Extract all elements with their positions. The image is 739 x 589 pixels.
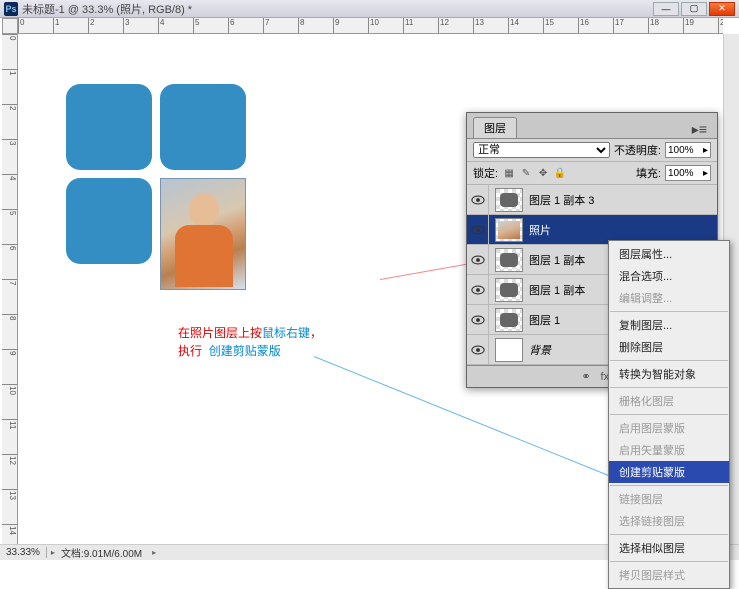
ruler-horizontal: 01234567891011121314151617181920 (18, 18, 723, 34)
document-info: 文档:9.01M/6.00M (55, 545, 148, 560)
fill-field[interactable]: 100%▸ (665, 165, 711, 181)
lock-label: 锁定: (473, 165, 498, 181)
layer-thumbnail[interactable] (495, 248, 523, 272)
layer-row[interactable]: 图层 1 副本 3 (467, 185, 717, 215)
menu-item: 选择链接图层 (609, 510, 729, 532)
visibility-toggle[interactable] (467, 185, 489, 214)
layer-thumbnail[interactable] (495, 188, 523, 212)
ruler-vertical: 01234567891011121314 (2, 34, 18, 544)
blend-mode-select[interactable]: 正常 (473, 142, 610, 158)
lock-all-icon[interactable]: 🔒 (553, 166, 567, 180)
visibility-toggle[interactable] (467, 305, 489, 334)
fill-label: 填充: (636, 165, 661, 181)
annotation-text: 在照片图层上按鼠标右键， 执行 创建剪贴蒙版 (178, 324, 322, 360)
opacity-label: 不透明度: (614, 142, 661, 158)
layer-context-menu: 图层属性...混合选项...编辑调整... 复制图层...删除图层转换为智能对象栅… (608, 240, 730, 589)
menu-item: 编辑调整... (609, 287, 729, 309)
menu-item[interactable]: 图层属性... (609, 243, 729, 265)
menu-item[interactable]: 选择相似图层 (609, 537, 729, 559)
layer-thumbnail[interactable] (495, 278, 523, 302)
photoshop-icon: Ps (4, 2, 18, 16)
layer-thumbnail[interactable] (495, 218, 523, 242)
menu-item[interactable]: 混合选项... (609, 265, 729, 287)
visibility-toggle[interactable] (467, 215, 489, 244)
lock-transparent-icon[interactable]: ▦ (502, 166, 516, 180)
zoom-level[interactable]: 33.33% (0, 547, 47, 558)
menu-item[interactable]: 复制图层... (609, 314, 729, 336)
menu-item[interactable]: 创建剪贴蒙版 (609, 461, 729, 483)
opacity-field[interactable]: 100%▸ (665, 142, 711, 158)
layers-tab[interactable]: 图层 (473, 117, 517, 138)
shape-tile-2 (160, 84, 246, 170)
shape-tile-3 (66, 178, 152, 264)
layer-name: 照片 (529, 222, 717, 238)
menu-item: 拷贝图层样式 (609, 564, 729, 586)
menu-item[interactable]: 删除图层 (609, 336, 729, 358)
shape-tile-1 (66, 84, 152, 170)
visibility-toggle[interactable] (467, 245, 489, 274)
layer-name: 图层 1 副本 3 (529, 192, 717, 208)
maximize-button[interactable]: ▢ (681, 2, 707, 16)
layer-thumbnail[interactable] (495, 338, 523, 362)
menu-item: 启用图层蒙版 (609, 417, 729, 439)
lock-move-icon[interactable]: ✥ (536, 166, 550, 180)
visibility-toggle[interactable] (467, 275, 489, 304)
close-button[interactable]: ✕ (709, 2, 735, 16)
menu-item: 栅格化图层 (609, 390, 729, 412)
link-layers-icon[interactable]: ⚭ (581, 370, 590, 383)
lock-paint-icon[interactable]: ✎ (519, 166, 533, 180)
ruler-corner (2, 18, 18, 34)
visibility-toggle[interactable] (467, 335, 489, 364)
title-bar: Ps 未标题-1 @ 33.3% (照片, RGB/8) * — ▢ ✕ (0, 0, 739, 18)
menu-item: 链接图层 (609, 488, 729, 510)
photo-placeholder (160, 178, 246, 290)
status-info-icon[interactable]: ▸ (152, 548, 156, 557)
menu-item[interactable]: 转换为智能对象 (609, 363, 729, 385)
minimize-button[interactable]: — (653, 2, 679, 16)
menu-item: 启用矢量蒙版 (609, 439, 729, 461)
lock-icons: ▦ ✎ ✥ 🔒 (502, 166, 567, 180)
layer-thumbnail[interactable] (495, 308, 523, 332)
panel-menu-icon[interactable]: ▸≡ (692, 121, 711, 138)
document-title: 未标题-1 @ 33.3% (照片, RGB/8) * (22, 1, 192, 17)
